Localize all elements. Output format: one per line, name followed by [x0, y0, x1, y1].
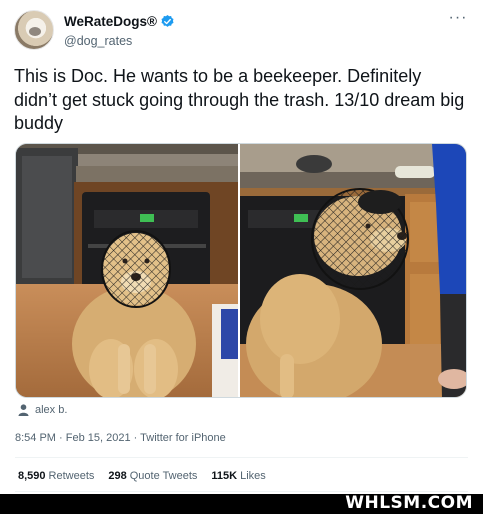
avatar[interactable]	[14, 10, 54, 50]
person-icon	[18, 404, 29, 416]
display-name-text[interactable]: WeRateDogs®	[64, 14, 157, 29]
photo-dog-side-image	[240, 144, 466, 397]
likes-count: 115K	[211, 470, 238, 482]
more-options-icon[interactable]: ···	[447, 10, 469, 30]
verified-badge-icon	[161, 14, 174, 27]
likes-label: Likes	[240, 470, 266, 482]
quote-tweets-label: Quote Tweets	[129, 470, 198, 482]
tweet-meta: 8:54 PM · Feb 15, 2021 · Twitter for iPh…	[15, 432, 226, 444]
tweet-header: WeRateDogs® @dog_rates ···	[14, 10, 469, 52]
display-name[interactable]: WeRateDogs®	[64, 14, 175, 29]
engagement-stats: 8,590 Retweets 298 Quote Tweets 115K Likes	[18, 470, 266, 482]
retweets-stat[interactable]: 8,590 Retweets	[18, 470, 94, 482]
photo-dog-front-image	[16, 144, 239, 397]
divider	[15, 491, 468, 492]
quote-tweets-count: 298	[108, 470, 127, 482]
retweets-count: 8,590	[18, 470, 46, 482]
tweet: WeRateDogs® @dog_rates ··· This is Doc. …	[0, 0, 483, 494]
photo-dog-front[interactable]	[16, 144, 241, 397]
photo-dog-side[interactable]	[240, 144, 466, 397]
tweet-text: This is Doc. He wants to be a beekeeper.…	[14, 66, 465, 133]
divider	[15, 457, 468, 458]
retweets-label: Retweets	[48, 470, 95, 482]
photo-credit[interactable]: alex b.	[18, 404, 67, 416]
timestamp[interactable]: 8:54 PM · Feb 15, 2021 ·	[15, 432, 140, 444]
likes-stat[interactable]: 115K Likes	[211, 470, 265, 482]
tweet-source[interactable]: Twitter for iPhone	[140, 432, 226, 444]
tweet-media[interactable]	[15, 143, 467, 398]
watermark-text: WHLSM.COM	[345, 493, 473, 513]
watermark-bar: WHLSM.COM	[0, 493, 483, 514]
photo-credit-name[interactable]: alex b.	[35, 404, 67, 416]
handle[interactable]: @dog_rates	[64, 34, 175, 48]
quote-tweets-stat[interactable]: 298 Quote Tweets	[108, 470, 197, 482]
author-names[interactable]: WeRateDogs® @dog_rates	[64, 13, 175, 48]
